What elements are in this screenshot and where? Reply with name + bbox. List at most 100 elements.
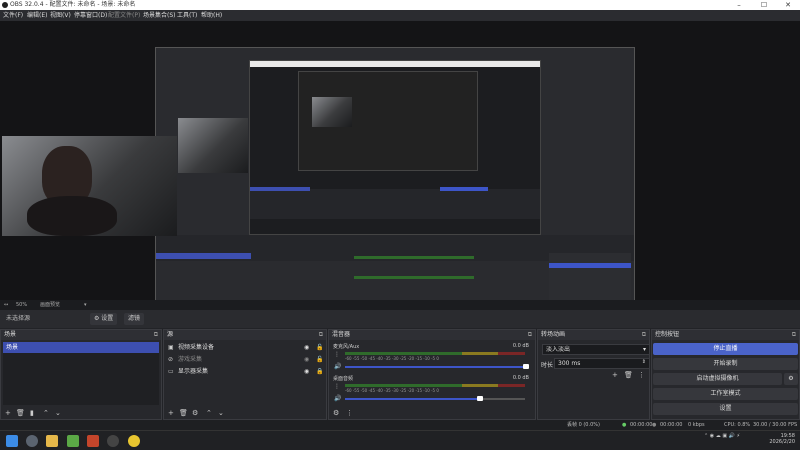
- source-item[interactable]: ⊘ 游戏采集 ◉ 🔓: [166, 354, 324, 365]
- volume-slider[interactable]: [345, 366, 525, 368]
- system-tray[interactable]: ⌃ ◉ ☁ ▣ 🔊 ⚡: [620, 433, 740, 439]
- eye-icon[interactable]: ◉: [304, 366, 309, 377]
- eye-icon[interactable]: ◉: [304, 354, 309, 365]
- more-options-icon[interactable]: ⋮: [334, 383, 340, 390]
- record-time: 00:00:00: [660, 422, 683, 428]
- start-recording-button[interactable]: 开始录制: [653, 358, 798, 370]
- menu-view[interactable]: 视图(V): [50, 10, 71, 21]
- lock-icon[interactable]: 🔓: [316, 354, 323, 365]
- close-button[interactable]: ✕: [776, 0, 800, 10]
- channel-db: 0.0 dB: [512, 343, 529, 349]
- cpu-usage: CPU: 0.8%: [724, 422, 751, 428]
- channel-name: 麦克风/Aux: [333, 344, 360, 350]
- menu-help[interactable]: 帮助(H): [201, 10, 222, 21]
- controls-header: 控制按钮 ⧉: [652, 330, 799, 340]
- menu-docks[interactable]: 停靠窗口(D): [74, 10, 107, 21]
- preview-arrow-icon[interactable]: ↔: [4, 300, 8, 310]
- obs-window: OBS 32.0.4 - 配置文件: 未命名 - 场景: 未命名 – ☐ ✕ 文…: [0, 0, 800, 450]
- mixer-footer: ⚙ ⋮: [329, 407, 535, 419]
- menu-bar: 文件(F) 编辑(E) 视图(V) 停靠窗口(D) 配置文件(P) 场景集合(S…: [0, 10, 800, 21]
- status-bar: 丢帧 0 (0.0%) ● 00:00:00 ● 00:00:00 0 kbps…: [0, 420, 800, 430]
- context-bar: 未选择源 ⚙ 设置 滤镜: [0, 310, 800, 328]
- eye-slash-icon: ⊘: [168, 356, 174, 363]
- maximize-button[interactable]: ☐: [752, 0, 776, 10]
- volume-knob[interactable]: [477, 396, 483, 401]
- mixer-title: 混音器: [332, 331, 351, 338]
- dock-menu-icon[interactable]: ⧉: [154, 330, 158, 340]
- dock-menu-icon[interactable]: ⧉: [319, 330, 323, 340]
- menu-profile[interactable]: 配置文件(P): [108, 10, 140, 21]
- windows-start-icon[interactable]: [6, 435, 18, 447]
- dropped-frames: 丢帧 0 (0.0%): [567, 422, 600, 428]
- wechat-icon[interactable]: [67, 435, 79, 447]
- volume-slider[interactable]: [345, 398, 480, 400]
- move-down-icon[interactable]: ⌄: [218, 407, 224, 419]
- mixer-header: 混音器 ⧉: [329, 330, 535, 340]
- gear-icon[interactable]: ⚙: [784, 373, 798, 385]
- settings-button[interactable]: 设置: [653, 403, 798, 415]
- app-icon[interactable]: [128, 435, 140, 447]
- office-icon[interactable]: [87, 435, 99, 447]
- virtual-camera-button[interactable]: 启动虚拟摄像机: [653, 373, 782, 385]
- eye-icon[interactable]: ◉: [304, 342, 309, 353]
- more-options-icon[interactable]: ⋮: [346, 407, 353, 419]
- lock-icon[interactable]: 🔒: [316, 366, 323, 377]
- gear-icon[interactable]: ⚙: [192, 407, 198, 419]
- speaker-icon[interactable]: 🔊: [334, 363, 341, 370]
- menu-scene-collection[interactable]: 场景集合(S): [143, 10, 176, 21]
- source-item[interactable]: ▭ 显示器采集 ◉ 🔒: [166, 366, 324, 377]
- chevron-down-icon: ▾: [642, 346, 646, 353]
- scenes-header: 场景 ⧉: [1, 330, 161, 340]
- move-up-icon[interactable]: ⌃: [206, 407, 212, 419]
- transitions-dock: 转场动画 ⧉ 淡入淡出 ▾ 时长 300 ms ⇕ + 🗑 ⋮: [537, 329, 650, 420]
- properties-button[interactable]: ⚙ 设置: [90, 313, 118, 325]
- scene-item[interactable]: 场景: [3, 342, 159, 353]
- menu-edit[interactable]: 编辑(E): [27, 10, 47, 21]
- menu-tools[interactable]: 工具(T): [177, 10, 197, 21]
- speaker-icon[interactable]: 🔊: [334, 395, 341, 402]
- add-icon[interactable]: +: [5, 407, 11, 419]
- zoom-level[interactable]: 50%: [16, 300, 27, 310]
- source-name: 游戏采集: [178, 356, 203, 363]
- stop-streaming-button[interactable]: 停止直播: [653, 343, 798, 355]
- dock-menu-icon[interactable]: ⧉: [792, 330, 796, 340]
- duration-input[interactable]: 300 ms ⇕: [554, 358, 650, 369]
- more-options-icon[interactable]: ⋮: [638, 369, 645, 381]
- source-item[interactable]: ▣ 视频采集设备 ◉ 🔓: [166, 342, 324, 353]
- trash-icon[interactable]: 🗑: [16, 407, 25, 419]
- trash-icon[interactable]: 🗑: [179, 407, 188, 419]
- controls-title: 控制按钮: [655, 331, 680, 338]
- more-options-icon[interactable]: ⋮: [334, 351, 340, 358]
- mode-dropdown-icon[interactable]: ▾: [84, 300, 87, 310]
- move-down-icon[interactable]: ⌄: [55, 407, 61, 419]
- volume-slider-track[interactable]: [480, 398, 525, 400]
- dock-menu-icon[interactable]: ⧉: [642, 330, 646, 340]
- dock-menu-icon[interactable]: ⧉: [528, 330, 532, 340]
- transition-select[interactable]: 淡入淡出 ▾: [542, 344, 650, 355]
- studio-mode-button[interactable]: 工作室模式: [653, 388, 798, 400]
- channel-name: 桌面音频: [333, 376, 354, 382]
- clock[interactable]: 19:58 2026/2/20: [745, 433, 795, 445]
- gear-icon[interactable]: ⚙: [333, 407, 339, 419]
- stream-icon: ●: [622, 422, 627, 428]
- menu-file[interactable]: 文件(F): [3, 10, 23, 21]
- filters-button[interactable]: 滤镜: [124, 313, 145, 325]
- search-icon[interactable]: [26, 435, 38, 447]
- stepper-icon: ⇕: [641, 359, 646, 365]
- volume-knob[interactable]: [523, 364, 529, 369]
- obs-taskbar-icon[interactable]: [107, 435, 119, 447]
- trash-icon[interactable]: 🗑: [624, 369, 633, 381]
- preview-mode[interactable]: 画面预览: [40, 300, 60, 310]
- add-icon[interactable]: +: [612, 369, 618, 381]
- lock-icon[interactable]: 🔓: [316, 342, 323, 353]
- meter-ticks: -60 -55 -50 -45 -40 -35 -30 -25 -20 -15 …: [345, 388, 439, 393]
- file-explorer-icon[interactable]: [46, 435, 58, 447]
- filter-icon[interactable]: ▮: [30, 407, 34, 419]
- transitions-header: 转场动画 ⧉: [538, 330, 649, 340]
- source-name: 显示器采集: [178, 368, 209, 375]
- preview-area[interactable]: [0, 21, 800, 319]
- minimize-button[interactable]: –: [727, 0, 751, 10]
- add-icon[interactable]: +: [168, 407, 174, 419]
- title-bar: OBS 32.0.4 - 配置文件: 未命名 - 场景: 未命名 – ☐ ✕: [0, 0, 800, 10]
- move-up-icon[interactable]: ⌃: [43, 407, 49, 419]
